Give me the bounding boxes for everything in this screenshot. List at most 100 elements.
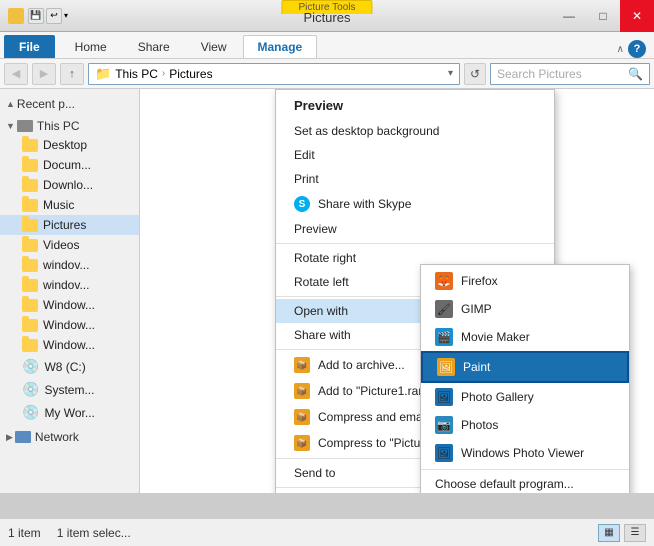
folder-icon-pictures <box>22 219 38 232</box>
address-dropdown[interactable]: ▾ <box>448 68 453 79</box>
submenu-gimp[interactable]: 🖌 GIMP <box>421 295 629 323</box>
title-bar-left: 💾 ↩ ▾ <box>0 8 552 24</box>
folder-icon-music <box>22 199 38 212</box>
sidebar-item-window3[interactable]: Window... <box>0 335 139 355</box>
submenu-firefox-label: Firefox <box>461 274 498 288</box>
sidebar-item-downloads[interactable]: Downlo... <box>0 175 139 195</box>
tab-manage[interactable]: Manage <box>243 35 318 58</box>
photoviewer-icon: 🖼 <box>435 444 453 462</box>
ribbon-expand-btn[interactable]: ∧ <box>617 44 624 55</box>
submenu-open-with: 🦊 Firefox 🖌 GIMP 🎬 Movie Maker 🖼 Paint 🖼… <box>420 264 630 493</box>
sidebar-item-documents[interactable]: Docum... <box>0 155 139 175</box>
ctx-skype-label: Share with Skype <box>318 197 411 211</box>
submenu-photoviewer[interactable]: 🖼 Windows Photo Viewer <box>421 439 629 467</box>
ctx-print-label: Print <box>294 172 319 186</box>
ctx-set-desktop[interactable]: Set as desktop background <box>276 119 554 143</box>
sidebar-item-desktop[interactable]: Desktop <box>0 135 139 155</box>
tab-file[interactable]: File <box>4 35 55 58</box>
help-btn[interactable]: ? <box>628 40 646 58</box>
address-this-pc: This PC <box>115 67 158 81</box>
sidebar-item-music[interactable]: Music <box>0 195 139 215</box>
ctx-add-rar-label: Add to "Picture1.rar" <box>318 384 427 398</box>
skype-icon: S <box>294 196 310 212</box>
search-placeholder: Search Pictures <box>497 67 624 81</box>
archive-icon-2: 📦 <box>294 383 310 399</box>
submenu-paint[interactable]: 🖼 Paint <box>421 351 629 383</box>
view-toggles: ▦ ☰ <box>598 524 646 542</box>
network-icon <box>15 431 31 443</box>
sidebar-item-videos-label: Videos <box>43 238 79 252</box>
sidebar-network-label: Network <box>35 430 79 444</box>
ctx-divider-1 <box>276 243 554 244</box>
refresh-btn[interactable]: ↺ <box>464 63 486 85</box>
sidebar-item-window1[interactable]: Window... <box>0 295 139 315</box>
tab-home[interactable]: Home <box>60 35 122 58</box>
sidebar-section-pc: ▼ This PC Desktop Docum... Downlo... Mus… <box>0 115 139 426</box>
folder-icon-downloads <box>22 179 38 192</box>
save-quick-btn[interactable]: 💾 <box>28 8 44 24</box>
address-box[interactable]: 📁 This PC › Pictures ▾ <box>88 63 460 85</box>
app-icon <box>8 8 24 24</box>
submenu-choose-default-label: Choose default program... <box>435 477 574 491</box>
submenu-choose-default[interactable]: Choose default program... <box>421 472 629 493</box>
status-bar: 1 item 1 item selec... ▦ ☰ <box>0 518 654 546</box>
ctx-preview[interactable]: Preview <box>276 217 554 241</box>
submenu-firefox[interactable]: 🦊 Firefox <box>421 267 629 295</box>
drive-icon-c: 💿 <box>22 358 39 375</box>
sidebar-item-win1[interactable]: windov... <box>0 255 139 275</box>
folder-icon-desktop <box>22 139 38 152</box>
tab-share[interactable]: Share <box>123 35 185 58</box>
search-box[interactable]: Search Pictures 🔍 <box>490 63 650 85</box>
view-large-icons-btn[interactable]: ▦ <box>598 524 620 542</box>
quick-access-dropdown[interactable]: ▾ <box>64 11 68 20</box>
sidebar-item-win2[interactable]: windov... <box>0 275 139 295</box>
submenu-moviemaker[interactable]: 🎬 Movie Maker <box>421 323 629 351</box>
ctx-share-with-label: Share with <box>294 328 351 342</box>
up-btn[interactable]: ↑ <box>60 63 84 85</box>
content-area: Preview Set as desktop background Edit P… <box>140 89 654 493</box>
sidebar-item-videos[interactable]: Videos <box>0 235 139 255</box>
ctx-send-to-label: Send to <box>294 466 335 480</box>
close-btn[interactable]: ✕ <box>620 0 654 32</box>
photogallery-icon: 🖼 <box>435 388 453 406</box>
archive-icon-1: 📦 <box>294 357 310 373</box>
sidebar-item-window2[interactable]: Window... <box>0 315 139 335</box>
back-btn[interactable]: ◀ <box>4 63 28 85</box>
view-details-btn[interactable]: ☰ <box>624 524 646 542</box>
ctx-rotate-left-label: Rotate left <box>294 275 349 289</box>
minimize-btn[interactable]: — <box>552 0 586 32</box>
ctx-edit-label: Edit <box>294 148 315 162</box>
folder-icon-window2 <box>22 319 38 332</box>
ctx-print[interactable]: Print <box>276 167 554 191</box>
title-bar: 💾 ↩ ▾ Picture Tools Pictures — □ ✕ <box>0 0 654 32</box>
sidebar-item-pictures[interactable]: Pictures <box>0 215 139 235</box>
drive-icon-system: 💿 <box>22 381 39 398</box>
submenu-moviemaker-label: Movie Maker <box>461 330 530 344</box>
folder-icon-window3 <box>22 339 38 352</box>
undo-quick-btn[interactable]: ↩ <box>46 8 62 24</box>
sidebar: ▲ Recent p... ▼ This PC Desktop Docum...… <box>0 89 140 493</box>
submenu-photogallery[interactable]: 🖼 Photo Gallery <box>421 383 629 411</box>
maximize-btn[interactable]: □ <box>586 0 620 32</box>
sidebar-item-mywork[interactable]: 💿 My Wor... <box>0 401 139 424</box>
search-icon: 🔍 <box>628 67 643 81</box>
sidebar-item-desktop-label: Desktop <box>43 138 87 152</box>
sidebar-item-pictures-label: Pictures <box>43 218 86 232</box>
sidebar-item-c-drive[interactable]: 💿 W8 (C:) <box>0 355 139 378</box>
pc-icon <box>17 120 33 132</box>
sidebar-header-pc[interactable]: ▼ This PC <box>0 117 139 135</box>
submenu-divider <box>421 469 629 470</box>
tab-view[interactable]: View <box>186 35 242 58</box>
ctx-skype[interactable]: S Share with Skype <box>276 191 554 217</box>
sidebar-header-network[interactable]: ▶ Network <box>0 428 139 446</box>
submenu-photos[interactable]: 📷 Photos <box>421 411 629 439</box>
ctx-set-desktop-label: Set as desktop background <box>294 124 439 138</box>
ribbon-extra: ∧ ? <box>617 40 650 58</box>
submenu-photos-label: Photos <box>461 418 498 432</box>
sidebar-item-system[interactable]: 💿 System... <box>0 378 139 401</box>
paint-icon: 🖼 <box>437 358 455 376</box>
forward-btn[interactable]: ▶ <box>32 63 56 85</box>
archive-icon-3: 📦 <box>294 409 310 425</box>
ctx-edit[interactable]: Edit <box>276 143 554 167</box>
sidebar-header-recent[interactable]: ▲ Recent p... <box>0 95 139 113</box>
